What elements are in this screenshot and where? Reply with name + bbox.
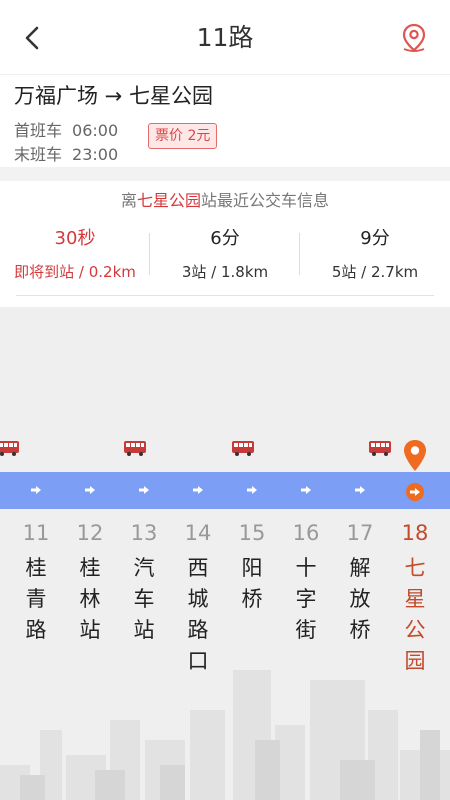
first-bus-label: 首班车 xyxy=(14,121,63,140)
nearest-bus-2[interactable]: 6分 3站 / 1.8km xyxy=(150,225,300,285)
bus-icon[interactable] xyxy=(368,440,392,456)
bus-icon[interactable] xyxy=(231,440,255,456)
arrival-station: 七星公园 xyxy=(136,191,201,210)
stop-name: 解放桥 xyxy=(349,556,371,642)
location-pin-icon xyxy=(402,23,426,52)
stop-name: 十字街 xyxy=(295,556,317,642)
city-skyline-illustration xyxy=(0,670,450,800)
divider xyxy=(16,295,434,296)
arrival-title-suffix: 站最近公交车信息 xyxy=(201,191,330,210)
arrival-time: 6分 xyxy=(210,228,240,249)
arrival-time: 9分 xyxy=(360,228,390,249)
arrival-detail: 5站 / 2.7km xyxy=(331,263,419,281)
bus-icon[interactable] xyxy=(0,440,20,456)
stop-name: 桂青路 xyxy=(25,556,47,642)
destination-stop-marker xyxy=(406,483,424,501)
first-bus-time: 06:00 xyxy=(72,121,119,140)
route-track xyxy=(0,472,450,509)
arrow-right-icon xyxy=(139,486,149,494)
stop-item[interactable]: 15 阳桥 xyxy=(232,519,272,615)
arrival-detail: 即将到站 / 0.2km xyxy=(14,263,136,281)
route-info-card: 万福广场 → 七星公园 首班车 06:00 末班车 23:00 票价 2元 xyxy=(0,75,450,167)
stop-name: 阳桥 xyxy=(241,556,263,611)
arrow-right-icon xyxy=(31,486,41,494)
stop-number: 18 xyxy=(401,521,429,545)
last-bus-time: 23:00 xyxy=(72,145,119,164)
stop-item[interactable]: 14 西城路口 xyxy=(178,519,218,677)
stop-item-destination[interactable]: 18 七星公园 xyxy=(395,519,435,677)
arrival-title: 离七星公园站最近公交车信息 xyxy=(0,189,450,213)
arrow-right-icon xyxy=(193,486,203,494)
top-bar: 11路 xyxy=(0,0,450,75)
nearest-bus-1[interactable]: 30秒 即将到站 / 0.2km xyxy=(0,225,150,285)
arrow-right-icon xyxy=(410,488,420,496)
destination-pin-icon xyxy=(404,440,426,471)
arrival-time: 30秒 xyxy=(54,228,96,249)
stop-name: 汽车站 xyxy=(133,556,155,642)
stop-number: 16 xyxy=(292,521,320,545)
stop-item[interactable]: 16 十字街 xyxy=(286,519,326,646)
stop-name: 西城路口 xyxy=(187,556,209,673)
location-button[interactable] xyxy=(398,22,430,54)
nearest-bus-3[interactable]: 9分 5站 / 2.7km xyxy=(300,225,450,285)
schedule: 首班车 06:00 末班车 23:00 xyxy=(14,119,128,167)
stop-item[interactable]: 12 桂林站 xyxy=(70,519,110,646)
stop-number: 17 xyxy=(346,521,374,545)
route-map[interactable]: 11 桂青路 12 桂林站 13 汽车站 14 西城路口 15 阳桥 16 十字… xyxy=(0,307,450,800)
last-bus-label: 末班车 xyxy=(14,145,63,164)
stop-item[interactable]: 11 桂青路 xyxy=(16,519,56,646)
page-title: 11路 xyxy=(196,23,254,52)
fare-badge: 票价 2元 xyxy=(148,123,218,149)
stop-number: 12 xyxy=(76,521,104,545)
arrow-right-icon xyxy=(355,486,365,494)
arrival-detail: 3站 / 1.8km xyxy=(181,263,269,281)
stop-number: 11 xyxy=(22,521,50,545)
arrival-info-card: 离七星公园站最近公交车信息 30秒 即将到站 / 0.2km 6分 3站 / 1… xyxy=(0,181,450,307)
stop-number: 13 xyxy=(130,521,158,545)
stop-number: 15 xyxy=(238,521,266,545)
stop-number: 14 xyxy=(184,521,212,545)
stop-item[interactable]: 17 解放桥 xyxy=(340,519,380,646)
arrival-title-prefix: 离 xyxy=(120,191,137,210)
route-direction: 万福广场 → 七星公园 xyxy=(14,84,213,108)
stop-name: 七星公园 xyxy=(404,556,426,673)
stop-name: 桂林站 xyxy=(79,556,101,642)
arrow-right-icon xyxy=(247,486,257,494)
bus-icon[interactable] xyxy=(123,440,147,456)
arrow-right-icon xyxy=(85,486,95,494)
stop-item[interactable]: 13 汽车站 xyxy=(124,519,164,646)
arrow-right-icon xyxy=(301,486,311,494)
